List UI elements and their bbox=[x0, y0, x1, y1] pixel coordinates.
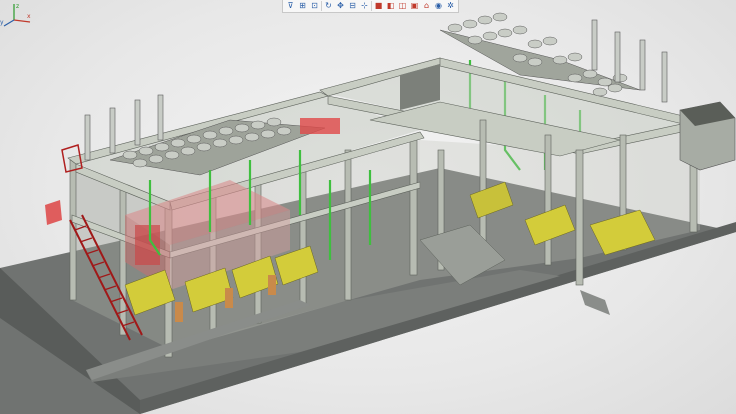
axis-y-label: y bbox=[0, 19, 4, 26]
settings-icon[interactable]: ✲ bbox=[445, 0, 456, 12]
render-shaded-icon[interactable]: ◧ bbox=[385, 0, 396, 12]
3d-viewport[interactable]: ⊽ ⊞ ⊡ ↻ ✥ ⊟ ⊹ ■ ◧ ◫ ▣ ⌂ ◉ ✲ z x y bbox=[0, 0, 736, 414]
toolbar-separator bbox=[371, 1, 372, 11]
section-icon[interactable]: ⊟ bbox=[347, 0, 358, 12]
measure-icon[interactable]: ⊹ bbox=[359, 0, 370, 12]
pan-icon[interactable]: ✥ bbox=[335, 0, 346, 12]
house-icon[interactable]: ⌂ bbox=[421, 0, 432, 12]
fit-view-icon[interactable]: ⊞ bbox=[297, 0, 308, 12]
axis-z-label: z bbox=[16, 3, 19, 10]
view-toolbar: ⊽ ⊞ ⊡ ↻ ✥ ⊟ ⊹ ■ ◧ ◫ ▣ ⌂ ◉ ✲ bbox=[282, 0, 459, 13]
exhaust-duct bbox=[679, 101, 736, 171]
axis-triad: z x y bbox=[0, 3, 31, 27]
render-solid-icon[interactable]: ■ bbox=[373, 0, 384, 12]
filter-icon[interactable]: ⊽ bbox=[285, 0, 296, 12]
plant-model[interactable] bbox=[0, 0, 736, 414]
toolbar-separator bbox=[321, 1, 322, 11]
color-icon[interactable]: ◉ bbox=[433, 0, 444, 12]
rotate-icon[interactable]: ↻ bbox=[323, 0, 334, 12]
axis-x-label: x bbox=[27, 13, 31, 20]
render-hidden-icon[interactable]: ▣ bbox=[409, 0, 420, 12]
render-wire-icon[interactable]: ◫ bbox=[397, 0, 408, 12]
zoom-box-icon[interactable]: ⊡ bbox=[309, 0, 320, 12]
